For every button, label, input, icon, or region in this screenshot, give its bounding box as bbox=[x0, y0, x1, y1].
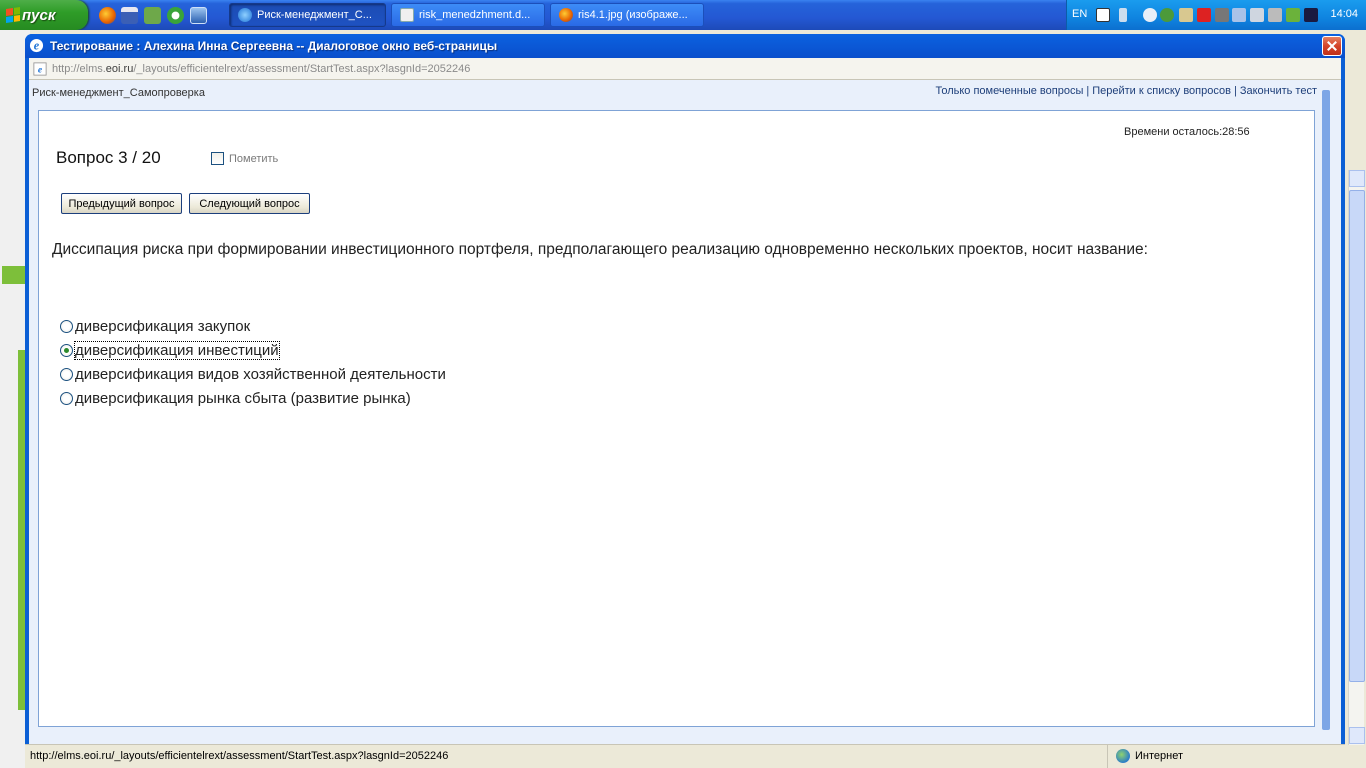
page-icon: e bbox=[33, 62, 47, 76]
tray-back-icon[interactable] bbox=[1143, 8, 1157, 22]
tray-app-icon[interactable] bbox=[1232, 8, 1246, 22]
scroll-thumb[interactable] bbox=[1322, 90, 1330, 730]
firefox-icon bbox=[559, 8, 573, 22]
utorrent-icon[interactable] bbox=[167, 7, 184, 24]
ie-icon bbox=[238, 8, 252, 22]
dialog-frame: e http://elms.eoi.ru/_layouts/efficiente… bbox=[29, 58, 1341, 766]
finish-test-link[interactable]: Закончить тест bbox=[1240, 85, 1317, 97]
link-separator: | bbox=[1233, 85, 1237, 97]
mark-question-checkbox[interactable] bbox=[211, 152, 224, 165]
dialog-titlebar[interactable]: e Тестирование : Алехина Инна Сергеевна … bbox=[25, 34, 1345, 58]
answer-option-1[interactable]: диверсификация закупок bbox=[60, 316, 250, 336]
task-label: Риск-менеджмент_С... bbox=[257, 9, 372, 21]
top-links: Только помеченные вопросы | Перейти к спис… bbox=[935, 85, 1317, 97]
language-indicator[interactable]: EN bbox=[1072, 8, 1087, 20]
antivirus-icon[interactable] bbox=[1197, 8, 1211, 22]
task-label: ris4.1.jpg (изображе... bbox=[578, 9, 688, 21]
show-desktop-icon[interactable] bbox=[190, 7, 207, 24]
answer-radio[interactable] bbox=[60, 343, 73, 357]
tray-globe-icon[interactable] bbox=[1160, 8, 1174, 22]
answer-label[interactable]: диверсификация закупок bbox=[75, 318, 250, 335]
status-url: http://elms.eoi.ru/_layouts/efficientelr… bbox=[30, 750, 449, 762]
tray-monitor-icon[interactable] bbox=[1215, 8, 1229, 22]
clock[interactable]: 14:04 bbox=[1330, 8, 1358, 20]
close-button[interactable] bbox=[1322, 36, 1342, 56]
start-button[interactable]: пуск bbox=[0, 0, 88, 30]
scroll-up-arrow-icon[interactable] bbox=[1349, 170, 1365, 187]
answer-option-2[interactable]: диверсификация инвестиций bbox=[60, 340, 280, 360]
windows-logo-icon bbox=[6, 7, 20, 23]
page-scrollbar[interactable] bbox=[1319, 80, 1341, 744]
network-icon[interactable] bbox=[1119, 8, 1127, 22]
dialog-title: Тестирование : Алехина Инна Сергеевна --… bbox=[50, 39, 498, 53]
tray-display-icon[interactable] bbox=[1268, 8, 1282, 22]
help-icon[interactable] bbox=[1096, 8, 1110, 22]
task-risk-management[interactable]: Риск-менеджмент_С... bbox=[229, 3, 386, 27]
scroll-down-arrow-icon[interactable] bbox=[1349, 727, 1365, 744]
firefox-icon[interactable] bbox=[99, 7, 116, 24]
ie-icon: e bbox=[29, 39, 44, 53]
question-panel: Времени осталось:28:56 Вопрос 3 / 20 Пом… bbox=[38, 110, 1315, 727]
task-word-document[interactable]: risk_menedzhment.d... bbox=[391, 3, 545, 27]
next-question-button[interactable]: Следующий вопрос bbox=[189, 193, 310, 214]
link-separator: | bbox=[1086, 85, 1090, 97]
word-icon bbox=[400, 8, 414, 22]
mark-question-label[interactable]: Пометить bbox=[229, 153, 278, 165]
start-label: пуск bbox=[22, 6, 56, 24]
question-list-link[interactable]: Перейти к списку вопросов bbox=[1092, 85, 1231, 97]
dialog-window: e Тестирование : Алехина Инна Сергеевна … bbox=[25, 34, 1345, 766]
svg-text:e: e bbox=[38, 65, 43, 76]
question-text: Диссипация риска при формировании инвест… bbox=[52, 241, 1148, 258]
taskbar: пуск Риск-менеджмент_С... risk_menedzhme… bbox=[0, 0, 1366, 30]
previous-question-button[interactable]: Предыдущий вопрос bbox=[61, 193, 182, 214]
time-remaining: Времени осталось:28:56 bbox=[1124, 126, 1250, 138]
security-zone: Интернет bbox=[1107, 745, 1327, 768]
answer-option-4[interactable]: диверсификация рынка сбыта (развитие рын… bbox=[60, 388, 411, 408]
globe-icon bbox=[1116, 749, 1130, 763]
answer-radio[interactable] bbox=[60, 319, 73, 333]
address-bar: e http://elms.eoi.ru/_layouts/efficiente… bbox=[29, 58, 1341, 80]
address-text: http://elms.eoi.ru/_layouts/efficientelr… bbox=[52, 63, 471, 75]
answer-label[interactable]: диверсификация рынка сбыта (развитие рын… bbox=[75, 390, 411, 407]
background-scrollbar[interactable] bbox=[1348, 170, 1365, 745]
system-tray: EN 14:04 bbox=[1066, 0, 1366, 30]
tray-eyes-icon[interactable] bbox=[1304, 8, 1318, 22]
save-disk-icon[interactable] bbox=[121, 7, 138, 24]
answer-label[interactable]: диверсификация видов хозяйственной деяте… bbox=[75, 366, 446, 383]
marked-questions-link[interactable]: Только помеченные вопросы bbox=[935, 85, 1083, 97]
volume-icon[interactable] bbox=[1250, 8, 1264, 22]
svg-text:e: e bbox=[34, 39, 40, 53]
breadcrumb: Риск-менеджмент_Самопроверка bbox=[32, 87, 205, 99]
tray-tools-icon[interactable] bbox=[1179, 8, 1193, 22]
background-page-accent bbox=[2, 266, 26, 284]
gear-tool-icon[interactable] bbox=[144, 7, 161, 24]
tray-pen-icon[interactable] bbox=[1286, 8, 1300, 22]
task-image-viewer[interactable]: ris4.1.jpg (изображе... bbox=[550, 3, 704, 27]
status-bar: http://elms.eoi.ru/_layouts/efficientelr… bbox=[25, 744, 1345, 768]
page-content: Риск-менеджмент_Самопроверка Только поме… bbox=[29, 80, 1341, 744]
task-label: risk_menedzhment.d... bbox=[419, 9, 531, 21]
answer-option-3[interactable]: диверсификация видов хозяйственной деяте… bbox=[60, 364, 446, 384]
zone-label: Интернет bbox=[1135, 750, 1183, 762]
scroll-thumb[interactable] bbox=[1349, 190, 1365, 682]
question-number: Вопрос 3 / 20 bbox=[56, 148, 161, 167]
answer-radio[interactable] bbox=[60, 391, 73, 405]
answer-label[interactable]: диверсификация инвестиций bbox=[74, 340, 280, 360]
answer-radio[interactable] bbox=[60, 367, 73, 381]
